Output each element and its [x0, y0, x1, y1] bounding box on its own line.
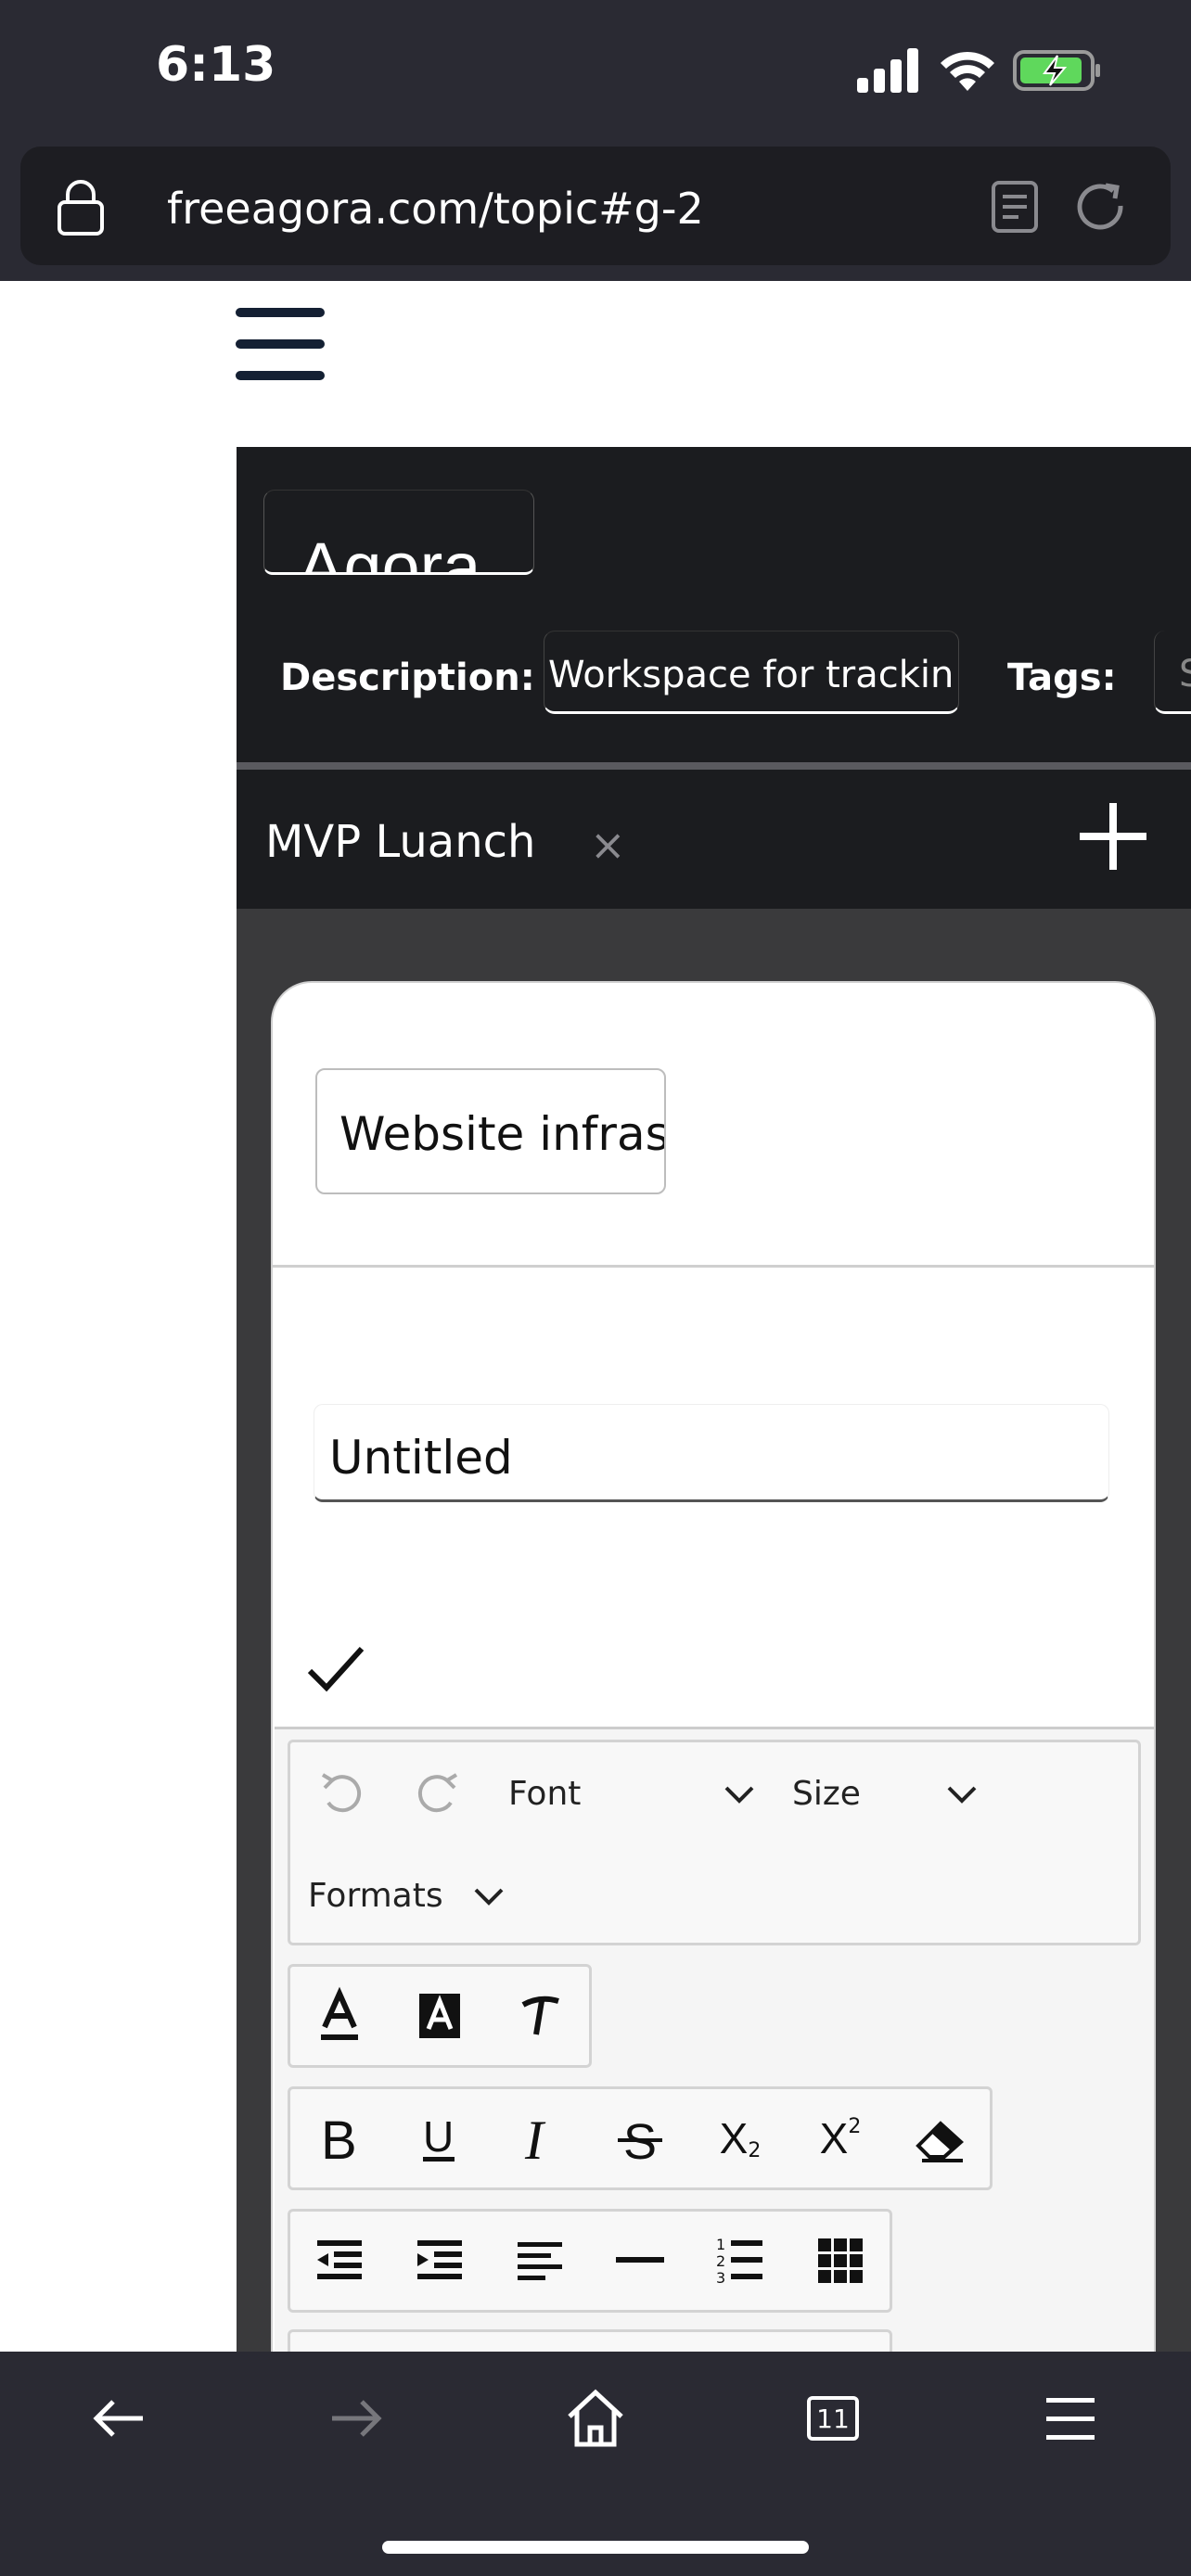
size-chevron-down-icon[interactable] [946, 1784, 978, 1804]
battery-charging-icon [1013, 50, 1100, 91]
reload-icon[interactable] [1074, 180, 1128, 234]
wifi-icon [941, 51, 994, 91]
superscript-icon[interactable]: X2 [809, 2107, 872, 2170]
underline-icon[interactable]: U [408, 2107, 471, 2170]
svg-text:B: B [321, 2111, 357, 2170]
group-title-value: Website infras [339, 1107, 666, 1161]
font-chevron-down-icon[interactable] [724, 1784, 755, 1804]
tags-value: S [1179, 653, 1191, 695]
italic-icon[interactable]: I [508, 2107, 571, 2170]
tabs-count: 11 [816, 2403, 850, 2434]
formats-chevron-down-icon[interactable] [473, 1886, 505, 1906]
strikethrough-icon[interactable]: S [608, 2107, 672, 2170]
item-title-input[interactable]: Untitled [314, 1404, 1109, 1502]
indent-icon[interactable] [408, 2229, 471, 2292]
group-title-input[interactable]: Website infras [315, 1068, 666, 1194]
description-label: Description: [280, 657, 535, 699]
svg-text:2: 2 [716, 2252, 725, 2270]
clear-style-icon[interactable] [508, 1984, 571, 2047]
bold-icon[interactable]: B [308, 2107, 371, 2170]
undo-icon[interactable] [308, 1762, 371, 1825]
cellular-signal-icon [857, 48, 918, 93]
tags-input[interactable]: S [1154, 631, 1191, 714]
svg-text:3: 3 [716, 2269, 725, 2287]
topic-title-input[interactable]: Agora [263, 490, 534, 575]
home-indicator[interactable] [382, 2541, 809, 2554]
subscript-icon[interactable]: X2 [709, 2107, 772, 2170]
home-icon[interactable] [562, 2385, 629, 2452]
align-left-icon[interactable] [508, 2229, 571, 2292]
svg-text:U: U [423, 2112, 454, 2161]
tab-mvp-launch[interactable]: MVP Luanch [265, 816, 535, 868]
horizontal-rule-icon[interactable] [608, 2229, 672, 2292]
status-time: 6:13 [156, 37, 276, 93]
background-color-icon[interactable] [408, 1984, 471, 2047]
table-icon[interactable] [809, 2229, 872, 2292]
menu-icon[interactable] [1037, 2385, 1104, 2452]
font-select[interactable]: Font [508, 1775, 581, 1813]
tab-close-icon[interactable]: × [590, 820, 626, 870]
numbered-list-icon[interactable]: 1 2 3 [709, 2229, 772, 2292]
svg-text:1: 1 [716, 2236, 725, 2253]
reader-mode-icon[interactable] [991, 180, 1039, 234]
description-input[interactable]: Workspace for trackin [544, 631, 959, 714]
forward-arrow-icon[interactable] [323, 2385, 390, 2452]
url-text[interactable]: freeagora.com/topic#g-2 [167, 184, 704, 234]
lock-icon [58, 180, 104, 236]
card-divider [271, 1265, 1156, 1268]
hamburger-menu-icon[interactable] [236, 306, 325, 382]
formats-select[interactable]: Formats [308, 1877, 443, 1915]
toolbar-group-paragraph [288, 2209, 892, 2313]
topic-title-value: Agora [298, 529, 481, 575]
description-value: Workspace for trackin [548, 654, 954, 696]
eraser-icon[interactable] [909, 2107, 972, 2170]
size-select[interactable]: Size [792, 1775, 861, 1813]
tags-label: Tags: [1007, 657, 1117, 699]
item-title-value: Untitled [329, 1431, 513, 1485]
subscript-mark: 2 [748, 2138, 762, 2162]
add-tab-icon[interactable] [1080, 803, 1146, 870]
checkmark-icon[interactable] [306, 1643, 365, 1695]
back-arrow-icon[interactable] [85, 2385, 152, 2452]
svg-text:I: I [524, 2110, 546, 2170]
tabs-button[interactable]: 11 [800, 2385, 866, 2452]
redo-icon[interactable] [408, 1762, 471, 1825]
outdent-icon[interactable] [308, 2229, 371, 2292]
text-color-icon[interactable] [308, 1984, 371, 2047]
superscript-mark: 2 [848, 2114, 862, 2138]
